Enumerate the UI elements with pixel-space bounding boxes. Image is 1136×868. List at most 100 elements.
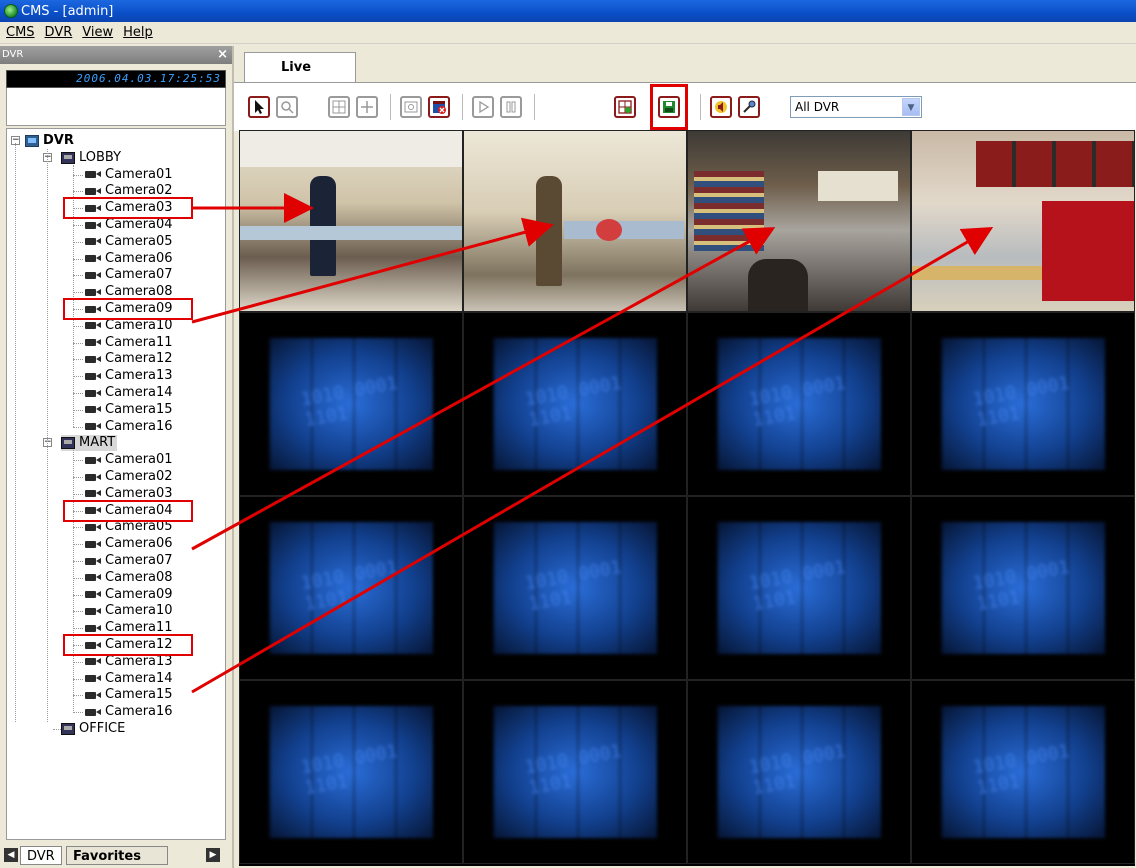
tree-connector — [73, 376, 83, 378]
camera-view-empty[interactable]: 1010 0001 1101 — [687, 312, 911, 496]
tree-camera-mart-camera14[interactable]: Camera14 — [85, 671, 173, 687]
tree-group-mart[interactable]: MART — [61, 435, 118, 452]
camera-icon — [85, 187, 101, 196]
camera-icon — [85, 254, 101, 263]
camera-view-empty[interactable]: 1010 0001 1101 — [687, 496, 911, 680]
camera-icon — [85, 221, 101, 230]
camera-view-empty[interactable]: 1010 0001 1101 — [239, 312, 463, 496]
camera-view-mart-camera04[interactable] — [687, 130, 911, 312]
tab-dvr[interactable]: DVR — [20, 846, 62, 865]
mic-icon[interactable] — [738, 96, 760, 118]
layout-add-icon[interactable] — [614, 96, 636, 118]
menu-help[interactable]: Help — [123, 25, 153, 40]
snapshot-icon[interactable] — [400, 96, 422, 118]
no-signal-pattern: 1010 0001 1101 — [940, 706, 1106, 838]
camera-view-mart-camera12[interactable] — [911, 130, 1135, 312]
delete-icon[interactable] — [428, 96, 450, 118]
tree-camera-mart-camera13[interactable]: Camera13 — [85, 654, 173, 670]
move-icon[interactable] — [356, 96, 378, 118]
tree-camera-lobby-camera11[interactable]: Camera11 — [85, 335, 173, 351]
tree-camera-mart-camera02[interactable]: Camera02 — [85, 469, 173, 485]
tree-camera-lobby-camera12[interactable]: Camera12 — [85, 351, 173, 367]
camera-view-empty[interactable]: 1010 0001 1101 — [463, 496, 687, 680]
tree-connector — [73, 712, 83, 714]
camera-view-lobby-camera09[interactable] — [463, 130, 687, 312]
tree-camera-mart-camera07[interactable]: Camera07 — [85, 553, 173, 569]
tree-camera-lobby-camera05[interactable]: Camera05 — [85, 234, 173, 250]
tree-camera-lobby-camera10[interactable]: Camera10 — [85, 318, 173, 334]
camera-grid: 1010 0001 1101 1010 0001 1101 1010 0001 11… — [239, 130, 1135, 866]
camera-view-lobby-camera03[interactable] — [239, 130, 463, 312]
camera-label: Camera09 — [105, 586, 173, 602]
tree-connector — [73, 292, 83, 294]
tree-camera-mart-camera06[interactable]: Camera06 — [85, 536, 173, 552]
tree-camera-lobby-camera07[interactable]: Camera07 — [85, 267, 173, 283]
camera-view-empty[interactable]: 1010 0001 1101 — [911, 312, 1135, 496]
no-signal-digits: 1010 0001 1101 — [747, 372, 847, 431]
tab-live[interactable]: Live — [244, 52, 356, 82]
camera-view-empty[interactable]: 1010 0001 1101 — [463, 680, 687, 864]
close-icon[interactable]: × — [217, 46, 228, 64]
tree-camera-mart-camera01[interactable]: Camera01 — [85, 452, 173, 468]
tree-camera-mart-camera10[interactable]: Camera10 — [85, 603, 173, 619]
tree-group-lobby[interactable]: LOBBY — [61, 150, 123, 166]
pause-icon[interactable] — [500, 96, 522, 118]
camera-view-empty[interactable]: 1010 0001 1101 — [239, 496, 463, 680]
tree-connector — [73, 527, 83, 529]
camera-highlight-box — [63, 634, 193, 656]
tree-camera-lobby-camera14[interactable]: Camera14 — [85, 385, 173, 401]
dvr-select[interactable]: All DVR ▼ — [790, 96, 922, 118]
tree-camera-lobby-camera01[interactable]: Camera01 — [85, 167, 173, 183]
menu-view[interactable]: View — [82, 25, 113, 40]
tree-root-dvr[interactable]: DVR — [25, 133, 74, 149]
camera-view-empty[interactable]: 1010 0001 1101 — [911, 496, 1135, 680]
tree-camera-lobby-camera04[interactable]: Camera04 — [85, 217, 173, 233]
chevron-down-icon[interactable]: ▼ — [902, 98, 920, 116]
camera-view-empty[interactable]: 1010 0001 1101 — [239, 680, 463, 864]
camera-label: Camera10 — [105, 603, 173, 619]
tree-group-office[interactable]: OFFICE — [61, 721, 127, 737]
camera-label: Camera13 — [105, 653, 173, 669]
layout-icon[interactable] — [328, 96, 350, 118]
tree-camera-mart-camera15[interactable]: Camera15 — [85, 687, 173, 703]
camera-view-empty[interactable]: 1010 0001 1101 — [463, 312, 687, 496]
menu-dvr[interactable]: DVR — [45, 25, 73, 40]
tree-camera-lobby-camera15[interactable]: Camera15 — [85, 402, 173, 418]
camera-icon — [85, 624, 101, 633]
camera-view-empty[interactable]: 1010 0001 1101 — [687, 680, 911, 864]
person-figure — [748, 259, 808, 311]
no-signal-pattern: 1010 0001 1101 — [268, 522, 434, 654]
tab-favorites[interactable]: Favorites — [66, 846, 168, 865]
tree-camera-mart-camera08[interactable]: Camera08 — [85, 570, 173, 586]
tree-camera-mart-camera05[interactable]: Camera05 — [85, 519, 173, 535]
no-signal-pattern: 1010 0001 1101 — [492, 522, 658, 654]
zoom-icon[interactable] — [276, 96, 298, 118]
tree-connector — [73, 393, 83, 394]
tree-camera-mart-camera16[interactable]: Camera16 — [85, 704, 173, 720]
camera-view-empty[interactable]: 1010 0001 1101 — [911, 680, 1135, 864]
tree-camera-mart-camera09[interactable]: Camera09 — [85, 587, 173, 603]
tree-connector — [73, 678, 83, 680]
tree-camera-lobby-camera16[interactable]: Camera16 — [85, 419, 173, 435]
audio-icon[interactable] — [710, 96, 732, 118]
camera-label: Camera13 — [105, 368, 173, 384]
counter-top — [240, 226, 462, 240]
tree-camera-lobby-camera06[interactable]: Camera06 — [85, 251, 173, 267]
no-signal-pattern: 1010 0001 1101 — [716, 338, 882, 470]
tree-connector — [73, 174, 83, 176]
no-signal-pattern: 1010 0001 1101 — [940, 522, 1106, 654]
no-signal-digits: 1010 0001 1101 — [523, 556, 623, 615]
no-signal-pattern: 1010 0001 1101 — [268, 706, 434, 838]
camera-label: Camera16 — [105, 704, 173, 720]
select-icon[interactable] — [248, 96, 270, 118]
camera-label: Camera15 — [105, 687, 173, 703]
camera-label: Camera05 — [105, 233, 173, 249]
menu-cms[interactable]: CMS — [6, 25, 35, 40]
play-icon[interactable] — [472, 96, 494, 118]
tree-camera-lobby-camera13[interactable]: Camera13 — [85, 368, 173, 384]
tab-scroll-right-icon[interactable]: ▶ — [206, 848, 220, 862]
camera-icon — [85, 657, 101, 666]
dvr-panel: DVR × 2006.04.03.17:25:53 − DVR − LOBBY Came… — [0, 46, 232, 868]
tab-scroll-left-icon[interactable]: ◀ — [4, 848, 18, 862]
camera-icon — [85, 557, 101, 566]
